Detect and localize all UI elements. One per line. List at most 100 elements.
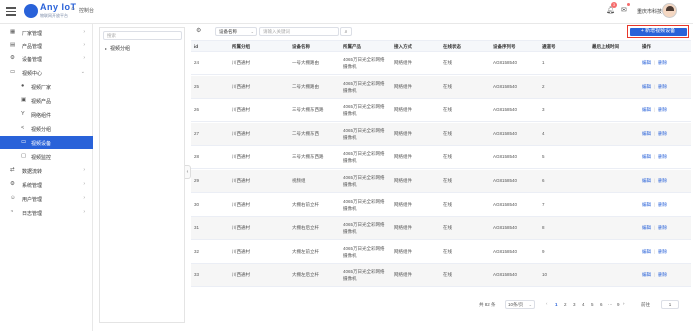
edit-link[interactable]: 编辑 xyxy=(642,60,651,65)
add-video-device-button[interactable]: + 新增视频设备 xyxy=(629,27,687,36)
page-9[interactable]: 9 xyxy=(617,302,620,307)
page-2[interactable]: 2 xyxy=(564,302,567,307)
table-row: 26 川西通村 三号大棚东西路 4065万日光全彩网络摄像机 网络组件 在线 AG81585… xyxy=(191,99,691,123)
cell-name: 大棚左后立杆 xyxy=(292,272,319,278)
cell-product: 4065万日光全彩网络摄像机 xyxy=(343,175,385,187)
home-link[interactable]: 控制台 xyxy=(79,7,94,14)
cell-serial: AG8158540 xyxy=(493,60,518,65)
delete-link[interactable]: 删除 xyxy=(658,107,667,112)
cell-group: 川西通村 xyxy=(232,201,250,207)
delete-link[interactable]: 删除 xyxy=(658,178,667,183)
page-6[interactable]: 6 xyxy=(600,302,603,307)
sidebar-item-video-device[interactable]: ▭ 视频设备 xyxy=(0,136,93,149)
edit-link[interactable]: 编辑 xyxy=(642,178,651,183)
col-last-online: 最后上线时间 xyxy=(592,44,619,49)
sidebar-item-video-vendor[interactable]: ● 视频厂家 xyxy=(0,80,93,93)
sidebar-item-log[interactable]: ◔ 日志管理 › xyxy=(0,206,93,219)
group-tree-panel: 搜索 ▸ 视频分组 xyxy=(99,27,185,323)
edit-link[interactable]: 编辑 xyxy=(642,202,651,207)
edit-link[interactable]: 编辑 xyxy=(642,131,651,136)
gear-icon[interactable]: ⚙ xyxy=(196,27,201,34)
message-icon[interactable]: ✉ xyxy=(621,6,627,14)
col-id: id xyxy=(194,44,198,49)
cell-name: 二号大棚东西 xyxy=(292,130,319,136)
field-select[interactable]: 设备名称 ⌄ xyxy=(215,27,257,36)
page-4[interactable]: 4 xyxy=(582,302,585,307)
sidebar-item-system[interactable]: ⚙ 系统管理 › xyxy=(0,178,93,191)
page-5[interactable]: 5 xyxy=(591,302,594,307)
table-row: 29 川西通村 视频组 4065万日光全彩网络摄像机 网络组件 在线 AG8158540 6 编… xyxy=(191,170,691,193)
edit-link[interactable]: 编辑 xyxy=(642,272,651,277)
chevron-down-icon: ⌄ xyxy=(250,29,254,34)
action-separator: | xyxy=(654,130,656,136)
video-product-icon: ▣ xyxy=(21,97,27,103)
sidebar-item-video-center[interactable]: ▭ 视频中心 ⌄ xyxy=(0,66,93,79)
sidebar-item-video-group[interactable]: < 视频分组 xyxy=(0,122,93,135)
sidebar-item-vendor[interactable]: ▦ 厂家管理 › xyxy=(0,26,93,39)
search-input[interactable]: 请输入关键词 xyxy=(259,27,339,36)
edit-link[interactable]: 编辑 xyxy=(642,249,651,254)
cell-name: 大棚右后立杆 xyxy=(292,225,319,231)
chevron-down-icon: ⌄ xyxy=(528,302,532,307)
cell-channel: 3 xyxy=(542,107,545,113)
sidebar-item-data-flow[interactable]: ⇄ 数据流转 › xyxy=(0,164,93,177)
delete-link[interactable]: 删除 xyxy=(658,249,667,254)
cell-channel: 4 xyxy=(542,130,545,136)
edit-link[interactable]: 编辑 xyxy=(642,154,651,159)
cell-id: 28 xyxy=(194,154,200,160)
delete-link[interactable]: 删除 xyxy=(658,84,667,89)
sidebar-item-video-product[interactable]: ▣ 视频产品 xyxy=(0,94,93,107)
data-flow-icon: ⇄ xyxy=(10,167,15,173)
pagination: 共 82 条 10条/页 ⌄ ‹ 1 2 3 4 5 6 ··· 9 › 前往 … xyxy=(191,298,691,312)
user-name[interactable]: 重庆市科技 xyxy=(637,8,662,15)
cell-product: 4065万日光全彩网络摄像机 xyxy=(343,104,385,117)
cell-serial: AG8158540 xyxy=(493,83,518,89)
search-button[interactable]: ⌕ xyxy=(340,27,352,36)
menu-toggle-icon[interactable] xyxy=(6,7,16,16)
home-icon[interactable]: ⌂ xyxy=(71,6,75,12)
share-icon: < xyxy=(21,125,25,131)
delete-link[interactable]: 删除 xyxy=(658,202,667,207)
cell-status: 在线 xyxy=(443,201,452,207)
cell-product: 4065万日光全彩网络摄像机 xyxy=(343,198,385,211)
sidebar-item-device[interactable]: ⚙ 设备管理 › xyxy=(0,52,93,65)
tree-search-input[interactable]: 搜索 xyxy=(103,31,182,40)
cell-product: 4065万日光全彩网络摄像机 xyxy=(343,57,385,69)
delete-link[interactable]: 删除 xyxy=(658,272,667,277)
cell-status: 在线 xyxy=(443,60,452,65)
page-1[interactable]: 1 xyxy=(555,302,558,307)
prev-page-button[interactable]: ‹ xyxy=(546,301,548,306)
page-3[interactable]: 3 xyxy=(573,302,576,307)
next-page-button[interactable]: › xyxy=(623,301,625,306)
product-icon: ▤ xyxy=(10,42,16,48)
caret-right-icon[interactable]: ▸ xyxy=(105,46,107,51)
cell-access: 网络组件 xyxy=(394,248,412,254)
sidebar-item-network[interactable]: Y 网络组件 xyxy=(0,108,93,121)
edit-link[interactable]: 编辑 xyxy=(642,225,651,230)
sidebar-item-video-monitor[interactable]: ▢ 视频监控 xyxy=(0,150,93,163)
delete-link[interactable]: 删除 xyxy=(658,60,667,65)
top-bar: Any IoT 物联网开放平台 ⌂ 控制台 🔔︎ 3 ✉ 重庆市科技 xyxy=(0,0,693,24)
cell-name: 视频组 xyxy=(292,178,306,183)
settings-icon: ⚙ xyxy=(10,181,15,187)
tree-node-root[interactable]: ▸ 视频分组 xyxy=(105,45,130,52)
sidebar-item-user[interactable]: ☺ 用户管理 › xyxy=(0,192,93,205)
table-row: 24 川西通村 一号大棚路由 4065万日光全彩网络摄像机 网络组件 在线 AG815854… xyxy=(191,52,691,75)
sidebar-item-product[interactable]: ▤ 产品管理 › xyxy=(0,39,93,52)
edit-link[interactable]: 编辑 xyxy=(642,107,651,112)
delete-link[interactable]: 删除 xyxy=(658,131,667,136)
delete-link[interactable]: 删除 xyxy=(658,225,667,230)
delete-link[interactable]: 删除 xyxy=(658,154,667,159)
cell-id: 27 xyxy=(194,130,200,136)
page-size-select[interactable]: 10条/页 ⌄ xyxy=(505,300,535,309)
goto-page-input[interactable]: 1 xyxy=(661,300,679,309)
building-icon: ▦ xyxy=(10,29,16,35)
col-group: 所属分组 xyxy=(232,44,250,49)
cell-status: 在线 xyxy=(443,154,452,160)
avatar[interactable] xyxy=(662,3,677,18)
cell-product: 4065万日光全彩网络摄像机 xyxy=(343,127,385,140)
cell-group: 川西通村 xyxy=(232,178,250,183)
cell-product: 4065万日光全彩网络摄像机 xyxy=(343,269,385,282)
page-ellipsis[interactable]: ··· xyxy=(608,302,613,307)
edit-link[interactable]: 编辑 xyxy=(642,84,651,89)
